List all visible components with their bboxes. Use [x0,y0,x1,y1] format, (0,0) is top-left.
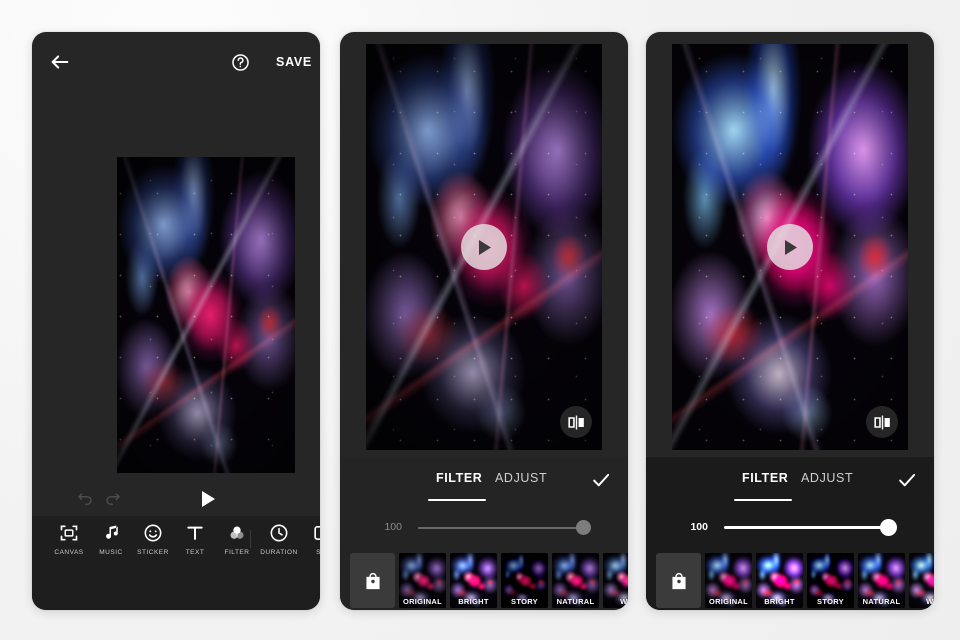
tool-sticker[interactable]: STICKER [132,522,174,556]
filter-label: ORIGINAL [402,597,443,606]
tool-duration[interactable]: DURATION [258,522,300,556]
tool-label: STICKER [137,549,169,556]
slider-knob[interactable] [880,519,897,536]
editor-panel-3: FILTER ADJUST 100 ORIGINAL BRIGHT STORY … [646,32,934,610]
tool-speed[interactable]: SP [300,522,320,556]
tool-music[interactable]: MUSIC [90,522,132,556]
filter-label: WA [926,597,934,606]
panel2-editor-panel: FILTER ADJUST 100 ORIGINAL BRIGHT STORY … [340,457,628,610]
filter-label: BRIGHT [458,597,489,606]
slider-value-label: 100 [384,521,402,533]
filter-tile-bright[interactable]: BRIGHT [756,553,803,608]
tab-active-underline [428,499,486,501]
smiley-sticker-icon [132,522,174,544]
tool-label: SP [316,549,320,556]
panel1-video-preview[interactable] [117,157,295,473]
help-circle-icon[interactable] [226,48,254,76]
filter-tile-warm[interactable]: WA [603,553,628,608]
filter-tile-story[interactable]: STORY [501,553,548,608]
undo-icon[interactable] [72,486,98,512]
panel1-top-bar: SAVE [32,32,320,90]
panel2-video-preview[interactable] [366,44,602,450]
play-icon[interactable] [461,224,507,270]
filter-label: BRIGHT [764,597,795,606]
shop-bag-icon[interactable] [350,553,395,608]
screenshot-panels: SAVE CANVAS MUSIC STICKER TEXT FILTER DU… [0,0,960,640]
tool-filter[interactable]: FILTER [216,522,258,556]
panel3-filter-strip[interactable]: ORIGINAL BRIGHT STORY NATURAL WA [646,553,934,610]
tool-label: FILTER [224,549,250,556]
music-note-icon [90,522,132,544]
panel1-playback-controls [32,484,320,514]
crop-frame-icon [48,522,90,544]
text-t-icon [174,522,216,544]
save-button[interactable]: SAVE [270,50,318,74]
tool-label: CANVAS [54,549,84,556]
filter-tile-warm[interactable]: WA [909,553,934,608]
tool-label: MUSIC [99,549,123,556]
editor-panel-2: FILTER ADJUST 100 ORIGINAL BRIGHT STORY … [340,32,628,610]
checkmark-icon[interactable] [590,469,612,491]
panel2-filter-strip[interactable]: ORIGINAL BRIGHT STORY NATURAL WA [340,553,628,610]
filter-circles-icon [216,522,258,544]
tool-label: TEXT [185,549,205,556]
panel2-intensity-slider[interactable]: 100 [340,517,628,539]
play-icon[interactable] [195,484,221,514]
filter-label: WA [620,597,628,606]
panel1-timeline[interactable]: 0:00.0 0:05.0 [32,564,320,610]
tab-filter[interactable]: FILTER [436,471,482,485]
shop-bag-icon[interactable] [656,553,701,608]
redo-icon[interactable] [100,486,126,512]
tool-label: DURATION [260,549,298,556]
filter-tile-story[interactable]: STORY [807,553,854,608]
panel2-tab-row: FILTER ADJUST [340,469,628,501]
slider-track[interactable] [724,526,896,529]
tab-filter[interactable]: FILTER [742,471,788,485]
filter-tile-original[interactable]: ORIGINAL [705,553,752,608]
filter-label: NATURAL [556,597,595,606]
back-arrow-icon[interactable] [46,48,74,76]
compare-split-icon[interactable] [560,406,592,438]
tab-adjust[interactable]: ADJUST [801,471,853,485]
panel3-video-preview[interactable] [672,44,908,450]
speed-icon [300,522,320,544]
tool-canvas[interactable]: CANVAS [48,522,90,556]
panel3-tab-row: FILTER ADJUST [646,469,934,501]
filter-label: STORY [511,597,538,606]
filter-label: ORIGINAL [708,597,749,606]
tab-adjust[interactable]: ADJUST [495,471,547,485]
panel3-editor-panel: FILTER ADJUST 100 ORIGINAL BRIGHT STORY … [646,457,934,610]
editor-panel-1: SAVE CANVAS MUSIC STICKER TEXT FILTER DU… [32,32,320,610]
slider-value-label: 100 [690,521,708,533]
slider-track[interactable] [418,527,590,529]
panel1-tool-strip: CANVAS MUSIC STICKER TEXT FILTER DURATIO… [32,516,320,564]
slider-knob[interactable] [576,520,591,535]
tool-text[interactable]: TEXT [174,522,216,556]
filter-label: STORY [817,597,844,606]
filter-tile-natural[interactable]: NATURAL [552,553,599,608]
filter-tile-bright[interactable]: BRIGHT [450,553,497,608]
tab-active-underline [734,499,792,501]
checkmark-icon[interactable] [896,469,918,491]
compare-split-icon[interactable] [866,406,898,438]
filter-tile-original[interactable]: ORIGINAL [399,553,446,608]
play-icon[interactable] [767,224,813,270]
toolbar-divider [250,530,251,548]
panel3-intensity-slider[interactable]: 100 [646,517,934,539]
clock-icon [258,522,300,544]
art-layer-vignette [117,157,295,473]
filter-label: NATURAL [862,597,901,606]
filter-tile-natural[interactable]: NATURAL [858,553,905,608]
